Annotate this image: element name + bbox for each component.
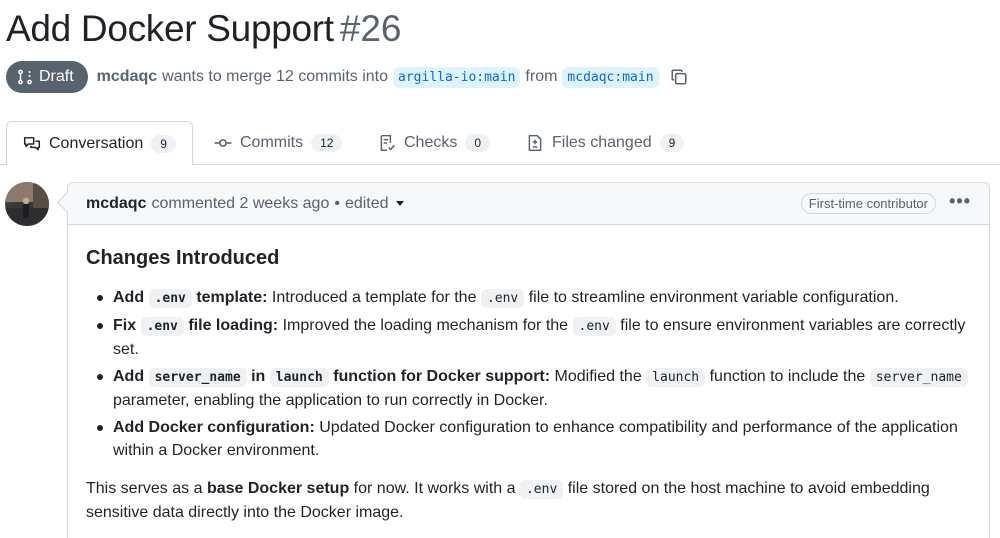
changes-list: Add .env template: Introduced a template… [86,286,971,462]
status-badge: Draft [6,61,88,93]
item-bold: Fix [113,317,137,334]
inline-code: .env [519,480,564,499]
item-text: Introduced a template for the [271,289,477,306]
comment-author-link[interactable]: mcdaqc [86,195,146,213]
inline-code: .env [480,289,525,308]
base-branch[interactable]: argilla-io:main [393,66,521,88]
inline-code: server_name [869,368,968,387]
item-text: file to streamline environment variable … [528,289,899,306]
checklist-icon [378,134,396,152]
list-item: Fix .env file loading: Improved the load… [86,314,971,361]
inline-code: .env [140,317,184,336]
tab-commits[interactable]: Commits 12 [198,121,358,165]
inline-code: .env [572,317,616,336]
pr-title: Add Docker Support [6,8,334,49]
comment-paragraph: This serves as a base Docker setup for n… [86,477,971,524]
item-text: Improved the loading mechanism for the [282,317,569,334]
tab-counter: 0 [465,134,491,152]
item-bold: file loading: [188,317,279,334]
tab-label: Checks [404,134,458,151]
status-badge-label: Draft [39,68,74,85]
avatar[interactable] [5,182,49,226]
tab-checks[interactable]: Checks 0 [362,121,506,165]
item-bold: Add [113,289,145,306]
item-text: parameter, enabling the application to r… [113,392,548,409]
kebab-menu-icon[interactable]: ••• [949,191,971,212]
head-branch[interactable]: mcdaqc:main [562,66,659,88]
tab-counter: 9 [151,134,176,153]
contributor-badge: First-time contributor [800,193,936,214]
comment-body: Changes Introduced Add .env template: In… [68,225,989,538]
inline-code: launch [646,368,706,387]
edited-label: edited [344,194,389,212]
pr-tabs: Conversation 9 Commits 12 Checks 0 Files… [0,121,1000,166]
git-pull-request-draft-icon [17,69,33,85]
pr-number: #26 [339,8,402,49]
tab-counter: 9 [659,134,685,152]
tab-label: Commits [240,134,304,151]
comment-heading: Changes Introduced [86,247,280,269]
list-item: Add Docker configuration: Updated Docker… [86,416,971,462]
item-bold: function for Docker support: [333,368,551,385]
item-bold: template: [196,289,268,306]
list-item: Add server_name in launch function for D… [86,365,971,412]
comment-discussion-icon [23,135,41,153]
item-bold: in [251,368,266,385]
tab-files-changed[interactable]: Files changed 9 [510,121,700,165]
inline-code: .env [148,289,192,308]
chevron-down-icon [395,200,404,206]
tab-counter: 12 [311,134,343,152]
inline-code: launch [269,368,329,387]
para-text: This serves as a [86,480,203,497]
edited-dropdown[interactable]: edited [345,195,404,213]
pr-author-link[interactable]: mcdaqc [97,68,157,86]
list-item: Add .env template: Introduced a template… [86,286,971,310]
pr-title-row: Add Docker Support #26 [6,8,402,54]
item-bold: Add Docker configuration: [113,419,315,436]
tab-label: Conversation [49,134,144,152]
tab-conversation[interactable]: Conversation 9 [6,121,193,166]
separator: • [334,194,340,212]
comment-box: mcdaqc commented 2 weeks ago • edited Fi… [67,182,990,538]
tab-label: Files changed [552,134,652,151]
copy-icon[interactable] [670,68,688,86]
item-text: Modified the [554,368,642,385]
item-text: function to include the [709,368,866,385]
file-diff-icon [526,134,544,152]
from-text: from [525,68,558,85]
comment-header: mcdaqc commented 2 weeks ago • edited Fi… [68,183,989,225]
item-bold: Add [113,368,145,385]
para-bold: base Docker setup [206,480,350,497]
git-commit-icon [214,134,232,152]
comment-timestamp[interactable]: commented 2 weeks ago [151,195,329,213]
merge-text: wants to merge 12 commits into [162,68,389,85]
inline-code: server_name [148,368,247,387]
pr-meta: Draft mcdaqc wants to merge 12 commits i… [6,61,688,93]
para-text: for now. It works with a [353,480,516,497]
